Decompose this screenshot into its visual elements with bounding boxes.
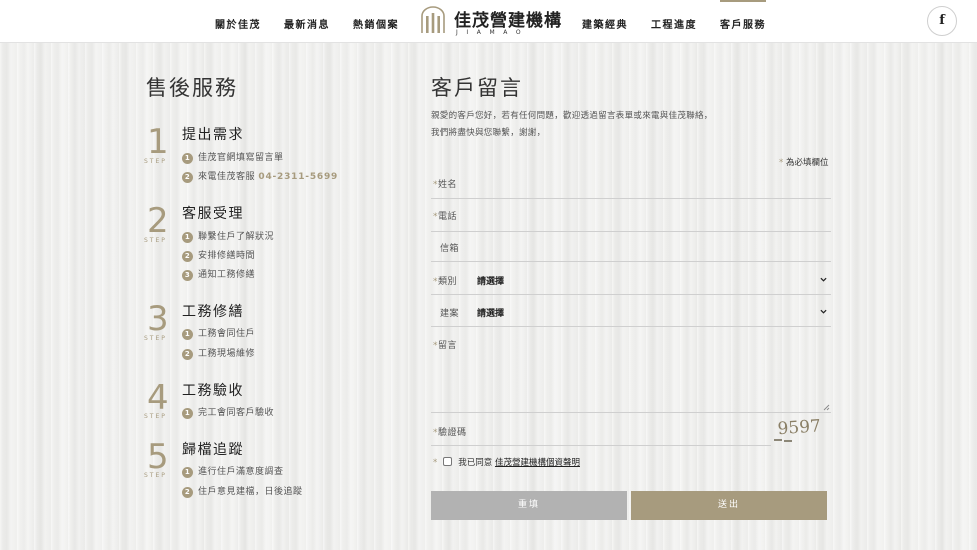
logo-mark-icon [421, 6, 445, 33]
nav-classics[interactable]: 建築經典 [582, 0, 628, 43]
step-title: 工務驗收 [182, 383, 244, 399]
required-note: * 為必填欄位 [779, 158, 829, 168]
step-title: 工務修繕 [182, 304, 244, 320]
privacy-agreement: * 我已同意 佳茂營建機構個資聲明 [433, 457, 580, 468]
email-label: 信箱 [440, 244, 460, 254]
chevron-down-icon[interactable] [820, 308, 827, 315]
privacy-policy-link[interactable]: 佳茂營建機構個資聲明 [495, 458, 580, 468]
message-textarea[interactable] [465, 328, 831, 412]
nav-progress[interactable]: 工程進度 [651, 0, 697, 43]
logo-subtitle: JIAMAO [456, 29, 530, 36]
logo[interactable]: 佳茂營建機構 JIAMAO [420, 5, 562, 39]
project-value[interactable]: 請選擇 [477, 306, 504, 319]
step-word: STEP [144, 472, 167, 479]
step-title: 歸檔追蹤 [182, 442, 244, 458]
step-item: 2 安排修繕時間 [182, 248, 255, 262]
category-value[interactable]: 請選擇 [477, 274, 504, 287]
svg-text:9597: 9597 [777, 416, 822, 439]
project-select[interactable]: 建案 請選擇 [431, 296, 831, 327]
step-item: 1 佳茂官網填寫留言單 [182, 150, 284, 164]
service-phone: 04-2311-5699 [258, 172, 339, 182]
agree-text: 我已同意 [458, 458, 493, 468]
logo-title: 佳茂營建機構 [454, 11, 562, 31]
captcha-label: 驗證碼 [438, 428, 467, 438]
step-item: 1 工務會同住戶 [182, 326, 255, 340]
project-label: 建案 [440, 309, 460, 319]
message-label: 留言 [438, 341, 458, 351]
step-word: STEP [144, 335, 167, 342]
step-title: 提出需求 [182, 127, 244, 143]
category-select[interactable]: *類別 請選擇 [431, 264, 831, 295]
step-word: STEP [144, 413, 167, 420]
phone-input[interactable] [465, 201, 831, 231]
step-number: 1 [147, 122, 169, 162]
nav-about[interactable]: 關於佳茂 [215, 0, 261, 43]
email-input[interactable] [465, 233, 831, 261]
facebook-icon[interactable]: f [927, 6, 957, 36]
name-label: 姓名 [438, 180, 458, 190]
name-input[interactable] [465, 170, 831, 198]
step-number: 3 [147, 299, 169, 339]
category-label: 類別 [438, 277, 458, 287]
agree-checkbox[interactable] [443, 457, 453, 466]
step-item: 1 聯繫住戶了解狀況 [182, 229, 274, 243]
reset-button[interactable]: 重填 [431, 491, 627, 520]
message-field[interactable]: *留言 [431, 328, 831, 413]
step-number: 2 [147, 201, 169, 241]
nav-customer-service[interactable]: 客戶服務 [720, 0, 766, 43]
captcha-input[interactable] [481, 415, 771, 445]
resize-handle-icon[interactable] [823, 404, 830, 411]
phone-field[interactable]: *電話 [431, 201, 831, 232]
phone-label: 電話 [438, 212, 458, 222]
step-title: 客服受理 [182, 206, 244, 222]
submit-button[interactable]: 送出 [631, 491, 827, 520]
captcha-image[interactable]: 9597 [772, 416, 832, 446]
step-word: STEP [144, 158, 167, 165]
step-number: 5 [147, 437, 169, 477]
nav-news[interactable]: 最新消息 [284, 0, 330, 43]
form-intro: 親愛的客戶您好，若有任何問題，歡迎透過留言表單或來電與佳茂聯絡， 我們將盡快與您… [431, 111, 713, 138]
step-item: 2 工務現場維修 [182, 346, 255, 360]
step-item: 2 住戶意見建檔，日後追蹤 [182, 484, 303, 498]
chevron-down-icon[interactable] [820, 276, 827, 283]
step-item: 2 來電佳茂客服 04-2311-5699 [182, 169, 338, 183]
after-sales-title: 售後服務 [146, 76, 238, 100]
step-item: 3 通知工務修繕 [182, 267, 255, 281]
captcha-field[interactable]: *驗證碼 [431, 415, 771, 446]
site-header: 關於佳茂 最新消息 熱銷個案 佳茂營建機構 JIAMAO 建築經典 工程進度 客… [0, 0, 977, 43]
step-item: 1 完工會同客戶驗收 [182, 405, 274, 419]
step-word: STEP [144, 237, 167, 244]
step-item: 1 進行住戶滿意度調查 [182, 464, 284, 478]
contact-form-title: 客戶留言 [431, 76, 523, 100]
email-field[interactable]: 信箱 [431, 233, 831, 262]
nav-hot-projects[interactable]: 熱銷個案 [353, 0, 399, 43]
name-field[interactable]: *姓名 [431, 170, 831, 199]
step-number: 4 [147, 378, 169, 418]
